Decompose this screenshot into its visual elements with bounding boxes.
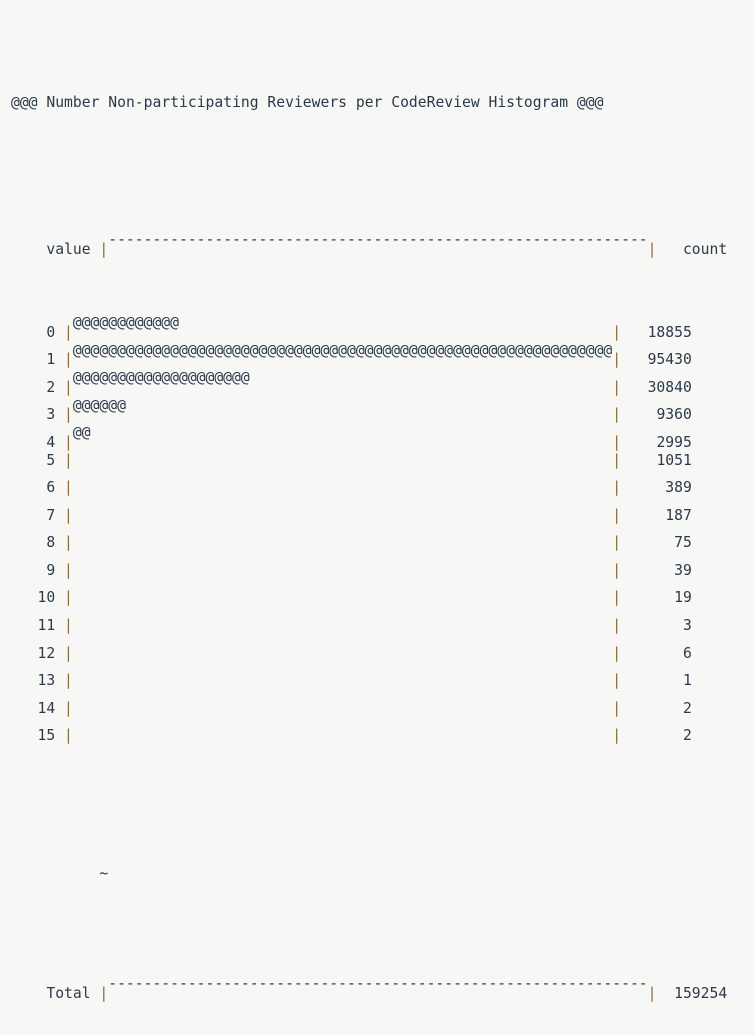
row-value-label: 9 <box>46 561 56 579</box>
row-left-edge: | <box>64 479 73 497</box>
histogram-row: 9 | | 39 <box>0 557 754 585</box>
continuation-pad <box>46 860 99 888</box>
row-value-label: 7 <box>46 506 56 524</box>
histogram-row: 12 | | 6 <box>0 640 754 668</box>
header-value-label: value <box>46 240 91 258</box>
row-left-edge: | <box>64 617 73 635</box>
row-left-edge: | <box>64 672 73 690</box>
histogram-row: 15 | | 2 <box>0 722 754 750</box>
row-left-edge: | <box>64 506 73 524</box>
row-count: 75 <box>674 534 692 552</box>
row-left-edge: | <box>64 699 73 717</box>
histogram-title: @@@ Number Non-participating Reviewers p… <box>11 93 604 111</box>
histogram-row: 6 | | 389 <box>0 474 754 502</box>
row-count: 3 <box>682 617 692 635</box>
row-count: 389 <box>665 479 692 497</box>
row-right-edge: | <box>612 644 622 662</box>
total-count: 159254 <box>674 984 728 1002</box>
row-right-edge: | <box>612 727 622 745</box>
continuation-row: ~ <box>0 832 754 882</box>
row-gap <box>55 447 64 475</box>
header-rule: ----------------------------------------… <box>108 231 648 249</box>
histogram-row: 11 | | 3 <box>0 612 754 640</box>
header-right-edge: | <box>647 240 657 258</box>
row-left-edge: | <box>64 534 73 552</box>
row-gap <box>55 557 64 585</box>
row-left-edge: | <box>64 561 73 579</box>
row-count: 19 <box>674 589 692 607</box>
histogram-header-row: value |---------------------------------… <box>0 199 754 258</box>
row-gap <box>55 502 64 530</box>
row-value-label: 11 <box>37 617 56 635</box>
histogram-row: 10 | | 19 <box>0 584 754 612</box>
row-gap <box>55 695 64 723</box>
total-rule: ----------------------------------------… <box>108 975 648 993</box>
row-gap <box>55 612 64 640</box>
row-count: 2 <box>682 699 692 717</box>
histogram-row: 1 |@@@@@@@@@@@@@@@@@@@@@@@@@@@@@@@@@@@@@… <box>0 337 754 369</box>
row-count: 1051 <box>656 451 692 469</box>
histogram-row: 14 | | 2 <box>0 695 754 723</box>
row-right-edge: | <box>612 617 622 635</box>
header-count-label: count <box>682 240 728 258</box>
row-left-edge: | <box>64 589 73 607</box>
row-right-edge: | <box>612 672 622 690</box>
row-gap <box>55 529 64 557</box>
histogram-row: 4 |@@| 2995 <box>0 419 754 451</box>
histogram-total-row: Total |---------------------------------… <box>0 943 754 1002</box>
row-gap <box>55 722 64 750</box>
row-count: 187 <box>665 506 692 524</box>
row-count: 39 <box>674 561 692 579</box>
total-label: Total <box>46 984 91 1002</box>
row-right-edge: | <box>612 506 622 524</box>
total-right-edge: | <box>647 984 657 1002</box>
row-count: 2 <box>682 727 692 745</box>
total-left-edge: | <box>99 984 109 1002</box>
row-count: 1 <box>682 672 692 690</box>
row-right-edge: | <box>612 451 622 469</box>
row-value-label: 5 <box>46 451 56 469</box>
total-gap <box>91 980 100 1008</box>
histogram-row: 8 | | 75 <box>0 529 754 557</box>
histogram-rows: 0 |@@@@@@@@@@@@| 18855 1 |@@@@@@@@@@@@@@@@… <box>0 309 754 750</box>
row-gap <box>55 474 64 502</box>
row-value-label: 13 <box>37 672 56 690</box>
histogram-row: 0 |@@@@@@@@@@@@| 18855 <box>0 309 754 341</box>
histogram-row: 7 | | 187 <box>0 502 754 530</box>
row-right-edge: | <box>612 534 622 552</box>
row-bar: @@@@@@@@@@@@ <box>72 314 179 332</box>
row-left-edge: | <box>64 727 73 745</box>
row-bar: @@@@@@ <box>72 396 126 414</box>
header-left-edge: | <box>99 240 109 258</box>
histogram-row: 13 | | 1 <box>0 667 754 695</box>
row-left-edge: | <box>64 451 73 469</box>
row-value-label: 12 <box>37 644 56 662</box>
row-right-edge: | <box>612 699 622 717</box>
row-count: 6 <box>682 644 692 662</box>
histogram-row: 5 | | 1051 <box>0 447 754 475</box>
row-left-edge: | <box>64 644 73 662</box>
row-bar: @@@@@@@@@@@@@@@@@@@@@@@@@@@@@@@@@@@@@@@@… <box>72 341 613 359</box>
row-bar: @@ <box>72 424 91 442</box>
row-value-label: 15 <box>37 727 56 745</box>
row-gap <box>55 584 64 612</box>
row-value-label: 6 <box>46 479 56 497</box>
row-right-edge: | <box>612 479 622 497</box>
row-gap <box>55 667 64 695</box>
histogram-row: 2 |@@@@@@@@@@@@@@@@@@@@| 30840 <box>0 364 754 396</box>
histogram-terminal-output: @@@ Number Non-participating Reviewers p… <box>0 0 754 1025</box>
row-value-label: 8 <box>46 534 56 552</box>
row-right-edge: | <box>612 589 622 607</box>
continuation-marker: ~ <box>99 864 109 882</box>
row-bar: @@@@@@@@@@@@@@@@@@@@ <box>72 369 250 387</box>
row-value-label: 14 <box>37 699 56 717</box>
row-right-edge: | <box>612 561 622 579</box>
row-value-label: 10 <box>37 589 56 607</box>
histogram-row: 3 |@@@@@@| 9360 <box>0 392 754 424</box>
header-gap <box>91 236 100 264</box>
row-gap <box>55 640 64 668</box>
